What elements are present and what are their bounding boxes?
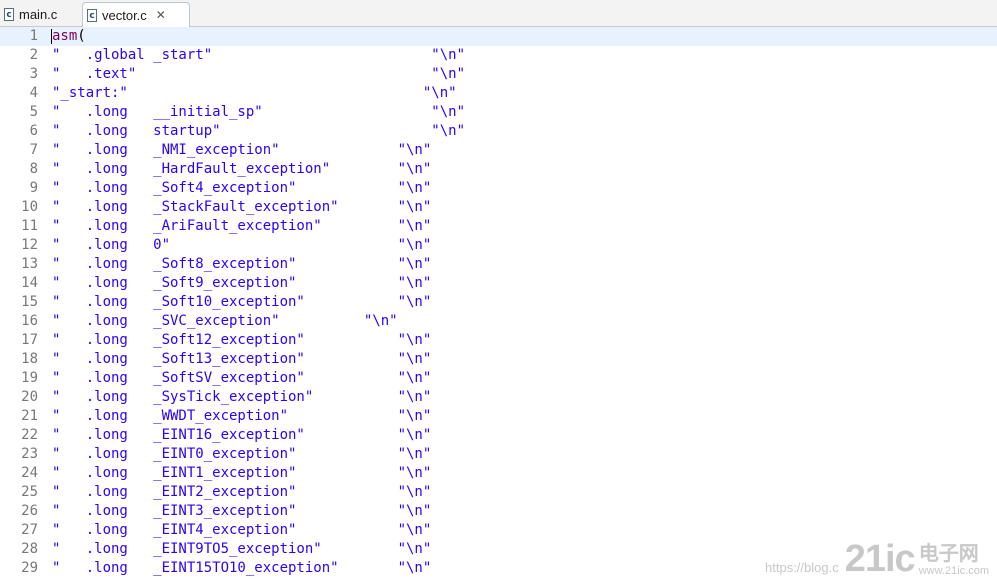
- line-number: 24: [21, 465, 38, 481]
- code-line[interactable]: 24 " .long _EINT1_exception" "\n": [0, 464, 997, 483]
- code-line[interactable]: 8 " .long _HardFault_exception" "\n": [0, 160, 997, 179]
- line-number: 13: [21, 256, 38, 272]
- code-line[interactable]: 3 " .text" "\n": [0, 65, 997, 84]
- code-line[interactable]: 4 "_start:" "\n": [0, 84, 997, 103]
- code-text: " .global _start" "\n": [52, 47, 466, 63]
- code-text: " .long _EINT3_exception" "\n": [52, 503, 432, 519]
- code-line[interactable]: 29 " .long _EINT15TO10_exception" "\n": [0, 559, 997, 578]
- code-text: " .long _SVC_exception" "\n": [52, 313, 398, 329]
- line-number: 5: [29, 104, 38, 120]
- line-number: 29: [21, 560, 38, 576]
- close-tab-icon[interactable]: ✕: [155, 8, 167, 22]
- code-text: " .long _EINT16_exception" "\n": [52, 427, 432, 443]
- line-number: 25: [21, 484, 38, 500]
- tab-main-c[interactable]: c main.c: [0, 2, 78, 26]
- code-line[interactable]: 7 " .long _NMI_exception" "\n": [0, 141, 997, 160]
- code-line[interactable]: 1 asm(: [0, 27, 997, 46]
- code-text: " .long _NMI_exception" "\n": [52, 142, 432, 158]
- code-text: " .long _HardFault_exception" "\n": [52, 161, 432, 177]
- code-line[interactable]: 21 " .long _WWDT_exception" "\n": [0, 407, 997, 426]
- line-number: 1: [29, 28, 38, 44]
- code-line[interactable]: 6 " .long startup" "\n": [0, 122, 997, 141]
- tab-label: vector.c: [102, 7, 147, 23]
- line-number: 3: [29, 66, 38, 82]
- code-line[interactable]: 28 " .long _EINT9TO5_exception" "\n": [0, 540, 997, 559]
- code-line[interactable]: 13 " .long _Soft8_exception" "\n": [0, 255, 997, 274]
- code-text: " .long _Soft13_exception" "\n": [52, 351, 432, 367]
- code-line[interactable]: 23 " .long _EINT0_exception" "\n": [0, 445, 997, 464]
- line-number: 19: [21, 370, 38, 386]
- code-text: " .text" "\n": [52, 66, 466, 82]
- line-number: 10: [21, 199, 38, 215]
- line-number: 20: [21, 389, 38, 405]
- line-number: 7: [29, 142, 38, 158]
- code-text: " .long _SysTick_exception" "\n": [52, 389, 432, 405]
- tab-vector-c[interactable]: c vector.c ✕: [82, 2, 190, 27]
- code-line[interactable]: 26 " .long _EINT3_exception" "\n": [0, 502, 997, 521]
- code-text: " .long _Soft8_exception" "\n": [52, 256, 432, 272]
- code-line[interactable]: 12 " .long 0" "\n": [0, 236, 997, 255]
- line-number: 4: [29, 85, 38, 101]
- code-text: " .long _Soft9_exception" "\n": [52, 275, 432, 291]
- line-number: 26: [21, 503, 38, 519]
- line-number: 6: [29, 123, 38, 139]
- code-line[interactable]: 11 " .long _AriFault_exception" "\n": [0, 217, 997, 236]
- code-text: " .long startup" "\n": [52, 123, 466, 139]
- code-line[interactable]: 19 " .long _SoftSV_exception" "\n": [0, 369, 997, 388]
- line-number: 2: [29, 47, 38, 63]
- code-line[interactable]: 9 " .long _Soft4_exception" "\n": [0, 179, 997, 198]
- line-number: 9: [29, 180, 38, 196]
- code-text: " .long _EINT1_exception" "\n": [52, 465, 432, 481]
- code-line[interactable]: 14 " .long _Soft9_exception" "\n": [0, 274, 997, 293]
- code-line[interactable]: 22 " .long _EINT16_exception" "\n": [0, 426, 997, 445]
- code-line[interactable]: 16 " .long _SVC_exception" "\n": [0, 312, 997, 331]
- code-line[interactable]: 27 " .long _EINT4_exception" "\n": [0, 521, 997, 540]
- code-line[interactable]: 10 " .long _StackFault_exception" "\n": [0, 198, 997, 217]
- code-text: " .long _SoftSV_exception" "\n": [52, 370, 432, 386]
- line-number: 15: [21, 294, 38, 310]
- c-file-icon: c: [87, 8, 97, 22]
- open-paren: (: [77, 28, 86, 44]
- line-number: 14: [21, 275, 38, 291]
- code-line[interactable]: 5 " .long __initial_sp" "\n": [0, 103, 997, 122]
- code-text: " .long _WWDT_exception" "\n": [52, 408, 432, 424]
- code-text: " .long _EINT15TO10_exception" "\n": [52, 560, 432, 576]
- code-text: " .long 0" "\n": [52, 237, 432, 253]
- code-text: " .long _EINT4_exception" "\n": [52, 522, 432, 538]
- line-number: 12: [21, 237, 38, 253]
- line-number: 17: [21, 332, 38, 348]
- line-number: 23: [21, 446, 38, 462]
- code-text: " .long _Soft12_exception" "\n": [52, 332, 432, 348]
- code-text: " .long _AriFault_exception" "\n": [52, 218, 432, 234]
- line-number: 8: [29, 161, 38, 177]
- tab-label: main.c: [19, 6, 58, 22]
- line-number: 28: [21, 541, 38, 557]
- code-text: " .long _EINT9TO5_exception" "\n": [52, 541, 432, 557]
- line-number: 18: [21, 351, 38, 367]
- code-text: " .long _Soft4_exception" "\n": [52, 180, 432, 196]
- code-text: " .long _EINT2_exception" "\n": [52, 484, 432, 500]
- asm-keyword: asm: [52, 28, 78, 44]
- code-line[interactable]: 17 " .long _Soft12_exception" "\n": [0, 331, 997, 350]
- code-text: "_start:" "\n": [52, 85, 457, 101]
- line-number: 27: [21, 522, 38, 538]
- code-text: " .long _StackFault_exception" "\n": [52, 199, 432, 215]
- line-number: 21: [21, 408, 38, 424]
- code-text: " .long __initial_sp" "\n": [52, 104, 466, 120]
- code-line[interactable]: 25 " .long _EINT2_exception" "\n": [0, 483, 997, 502]
- editor-tab-bar: c main.c c vector.c ✕: [0, 0, 997, 27]
- line-number: 22: [21, 427, 38, 443]
- code-line[interactable]: 15 " .long _Soft10_exception" "\n": [0, 293, 997, 312]
- code-area[interactable]: 1 asm(2 " .global _start" "\n" 3 " .text" "\…: [0, 27, 997, 578]
- code-text: asm(: [52, 27, 86, 46]
- code-line[interactable]: 2 " .global _start" "\n": [0, 46, 997, 65]
- code-text: " .long _EINT0_exception" "\n": [52, 446, 432, 462]
- code-text: " .long _Soft10_exception" "\n": [52, 294, 432, 310]
- c-file-icon: c: [4, 7, 14, 21]
- code-line[interactable]: 18 " .long _Soft13_exception" "\n": [0, 350, 997, 369]
- line-number: 16: [21, 313, 38, 329]
- code-line[interactable]: 20 " .long _SysTick_exception" "\n": [0, 388, 997, 407]
- code-editor[interactable]: 1 asm(2 " .global _start" "\n" 3 " .text" "\…: [0, 27, 997, 583]
- line-number: 11: [21, 218, 38, 234]
